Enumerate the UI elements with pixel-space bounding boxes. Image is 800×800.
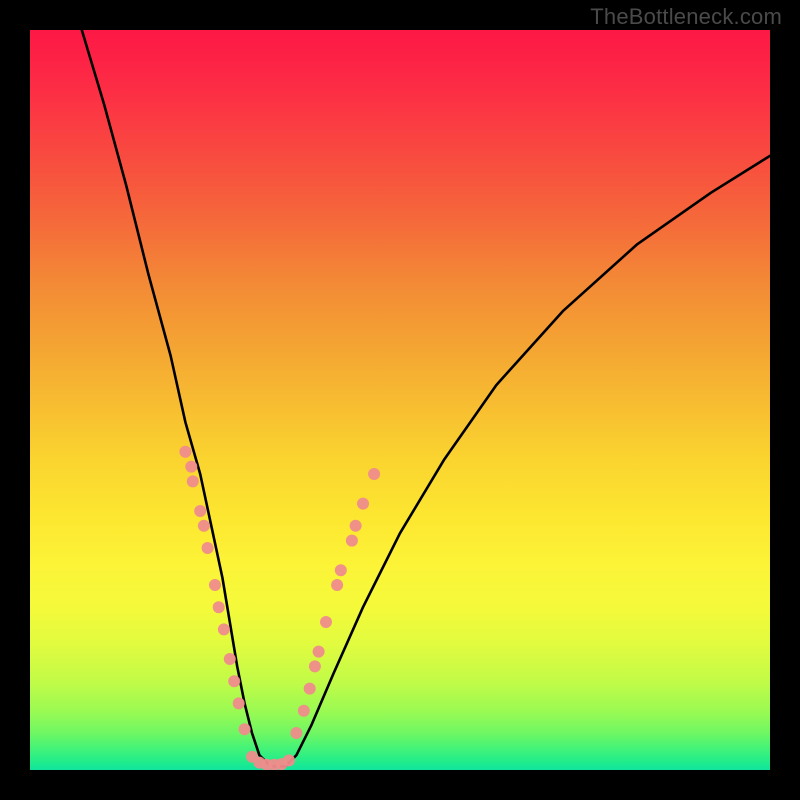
chart-frame: TheBottleneck.com bbox=[0, 0, 800, 800]
plot-area bbox=[30, 30, 770, 770]
watermark-text: TheBottleneck.com bbox=[590, 4, 782, 30]
data-markers bbox=[179, 446, 380, 770]
bottleneck-curve bbox=[82, 30, 770, 766]
curve-overlay bbox=[30, 30, 770, 770]
